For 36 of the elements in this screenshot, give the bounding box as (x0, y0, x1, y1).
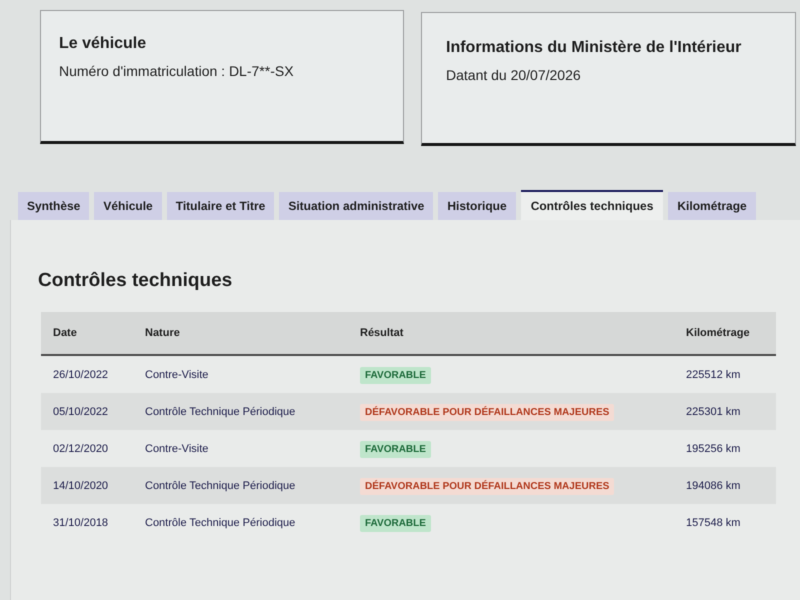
tab[interactable]: Véhicule (94, 192, 162, 220)
tab[interactable]: Kilométrage (668, 192, 756, 220)
tab[interactable]: Synthèse (18, 192, 90, 220)
card-text: Datant du 20/07/2026 (446, 67, 581, 83)
tab[interactable]: Titulaire et Titre (166, 192, 274, 220)
card-text: Numéro d'immatriculation : DL-7**-SX (59, 63, 294, 79)
nature-cell: Contrôle Technique Périodique (145, 516, 296, 528)
result-badge: DÉFAVORABLE POUR DÉFAILLANCES MAJEURES (360, 478, 614, 494)
date-cell: 14/10/2020 (53, 480, 108, 492)
mileage-cell: 225512 km (686, 368, 740, 380)
result-badge: DÉFAVORABLE POUR DÉFAILLANCES MAJEURES (360, 404, 614, 420)
column-header: Date (53, 327, 77, 339)
mileage-cell: 194086 km (686, 480, 740, 492)
card-title: Informations du Ministère de l'Intérieur (446, 39, 742, 56)
date-cell: 05/10/2022 (53, 406, 108, 418)
column-header: Kilométrage (686, 327, 750, 339)
result-badge: FAVORABLE (360, 366, 431, 384)
date-cell: 02/12/2020 (53, 442, 108, 454)
nature-cell: Contre-Visite (145, 368, 208, 380)
mileage-cell: 157548 km (686, 516, 740, 528)
tab[interactable]: Contrôles techniques (520, 190, 664, 220)
tab[interactable]: Historique (438, 192, 516, 220)
result-badge: FAVORABLE (360, 440, 431, 458)
nature-cell: Contre-Visite (145, 442, 208, 454)
card-title: Le véhicule (59, 35, 146, 52)
nature-cell: Contrôle Technique Périodique (145, 480, 296, 492)
mileage-cell: 195256 km (686, 442, 740, 454)
date-cell: 31/10/2018 (53, 516, 108, 528)
tab[interactable]: Situation administrative (279, 192, 434, 220)
result-badge: FAVORABLE (360, 514, 431, 532)
column-header: Résultat (360, 327, 404, 339)
column-header: Nature (145, 327, 180, 339)
nature-cell: Contrôle Technique Périodique (145, 406, 296, 418)
mileage-cell: 225301 km (686, 406, 740, 418)
section-title: Contrôles techniques (38, 270, 232, 291)
date-cell: 26/10/2022 (53, 368, 108, 380)
